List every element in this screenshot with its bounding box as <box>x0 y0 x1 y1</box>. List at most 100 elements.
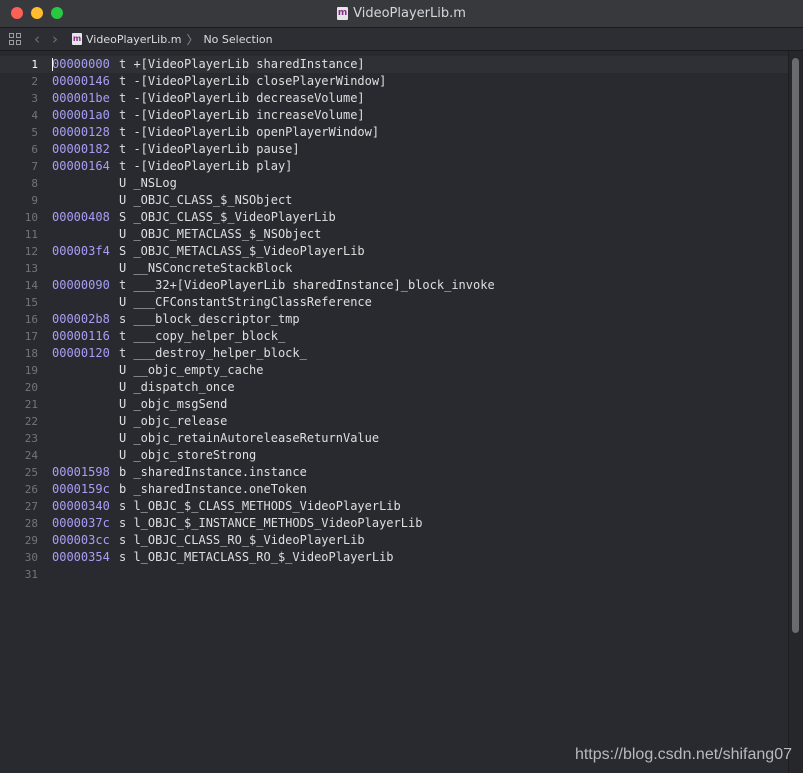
line-number: 16 <box>24 313 38 326</box>
symbol-entry: s l_OBJC_$_CLASS_METHODS_VideoPlayerLib <box>119 499 401 513</box>
code-line[interactable]: 1 00000000 t +[VideoPlayerLib sharedInstan… <box>0 56 788 73</box>
line-number: 10 <box>24 211 38 224</box>
symbol-address: 000003f4 <box>52 244 110 258</box>
code-line[interactable]: 24 U _objc_storeStrong <box>0 447 788 464</box>
symbol-entry: U _OBJC_CLASS_$_NSObject <box>119 193 293 207</box>
code-line[interactable]: 28 0000037c s l_OBJC_$_INSTANCE_METHODS_Vi… <box>0 515 788 532</box>
code-line[interactable]: 14 00000090 t ___32+[VideoPlayerLib shared… <box>0 277 788 294</box>
symbol-entry: U __NSConcreteStackBlock <box>119 261 293 275</box>
symbol-address: 000003cc <box>52 533 110 547</box>
code-line[interactable]: 15 U ___CFConstantStringClassReference <box>0 294 788 311</box>
symbol-entry: s ___block_descriptor_tmp <box>119 312 300 326</box>
code-line[interactable]: 11 U _OBJC_METACLASS_$_NSObject <box>0 226 788 243</box>
symbol-entry: U _objc_storeStrong <box>119 448 257 462</box>
related-items-icon[interactable] <box>9 33 21 45</box>
symbol-entry: U _objc_retainAutoreleaseReturnValue <box>119 431 380 445</box>
symbol-address: 00000354 <box>52 550 110 564</box>
symbol-entry: t -[VideoPlayerLib decreaseVolume] <box>119 91 365 105</box>
jump-bar: ‹ › m VideoPlayerLib.m 〉 No Selection <box>0 28 803 51</box>
code-line[interactable]: 2 00000146 t -[VideoPlayerLib closePlayerW… <box>0 73 788 90</box>
symbol-entry: t -[VideoPlayerLib pause] <box>119 142 300 156</box>
line-number: 6 <box>31 143 38 156</box>
code-line[interactable]: 13 U __NSConcreteStackBlock <box>0 260 788 277</box>
symbol-address: 00000116 <box>52 329 110 343</box>
symbol-entry: t +[VideoPlayerLib sharedInstance] <box>119 57 365 71</box>
symbol-address: 00000090 <box>52 278 110 292</box>
code-line[interactable]: 31 <box>0 566 788 583</box>
line-number: 27 <box>24 500 38 513</box>
line-number: 9 <box>31 194 38 207</box>
forward-button[interactable]: › <box>52 31 58 47</box>
objc-file-icon: m <box>337 7 349 20</box>
symbol-entry: U _NSLog <box>119 176 177 190</box>
line-number: 31 <box>24 568 38 581</box>
breadcrumb-separator: 〉 <box>186 32 199 47</box>
breadcrumb-file[interactable]: VideoPlayerLib.m <box>86 33 181 46</box>
symbol-entry: s l_OBJC_METACLASS_RO_$_VideoPlayerLib <box>119 550 394 564</box>
symbol-address: 00000000 <box>52 57 110 71</box>
code-line[interactable]: 16 000002b8 s ___block_descriptor_tmp <box>0 311 788 328</box>
symbol-address: 00000182 <box>52 142 110 156</box>
code-line[interactable]: 5 00000128 t -[VideoPlayerLib openPlayerWi… <box>0 124 788 141</box>
line-number: 1 <box>31 58 38 71</box>
code-line[interactable]: 23 U _objc_retainAutoreleaseReturnValue <box>0 430 788 447</box>
line-number: 28 <box>24 517 38 530</box>
line-number: 30 <box>24 551 38 564</box>
code-line[interactable]: 19 U __objc_empty_cache <box>0 362 788 379</box>
code-line[interactable]: 6 00000182 t -[VideoPlayerLib pause] <box>0 141 788 158</box>
symbol-entry: t -[VideoPlayerLib play] <box>119 159 293 173</box>
symbol-entry: t -[VideoPlayerLib openPlayerWindow] <box>119 125 380 139</box>
watermark: https://blog.csdn.net/shifang07 <box>574 746 792 763</box>
symbol-entry: t ___copy_helper_block_ <box>119 329 286 343</box>
breadcrumb: m VideoPlayerLib.m 〉 No Selection <box>72 31 273 48</box>
code-line[interactable]: 25 00001598 b _sharedInstance.instance <box>0 464 788 481</box>
line-number: 26 <box>24 483 38 496</box>
symbol-entry: b _sharedInstance.instance <box>119 465 307 479</box>
code-line[interactable]: 30 00000354 s l_OBJC_METACLASS_RO_$_VideoP… <box>0 549 788 566</box>
symbol-entry: U ___CFConstantStringClassReference <box>119 295 372 309</box>
back-button[interactable]: ‹ <box>34 31 40 47</box>
code-line[interactable]: 29 000003cc s l_OBJC_CLASS_RO_$_VideoPlaye… <box>0 532 788 549</box>
code-line[interactable]: 20 U _dispatch_once <box>0 379 788 396</box>
code-line[interactable]: 8 U _NSLog <box>0 175 788 192</box>
symbol-entry: U _objc_msgSend <box>119 397 228 411</box>
window-title-group: m VideoPlayerLib.m <box>0 0 803 27</box>
symbol-entry: U __objc_empty_cache <box>119 363 264 377</box>
code-line[interactable]: 18 00000120 t ___destroy_helper_block_ <box>0 345 788 362</box>
symbol-entry: s l_OBJC_CLASS_RO_$_VideoPlayerLib <box>119 533 365 547</box>
source-editor[interactable]: 1 00000000 t +[VideoPlayerLib sharedInstan… <box>0 51 788 773</box>
symbol-entry: t -[VideoPlayerLib closePlayerWindow] <box>119 74 387 88</box>
code-line[interactable]: 26 0000159c b _sharedInstance.oneToken <box>0 481 788 498</box>
scrollbar-thumb[interactable] <box>792 58 799 633</box>
line-number: 21 <box>24 398 38 411</box>
line-number: 22 <box>24 415 38 428</box>
code-line[interactable]: 27 00000340 s l_OBJC_$_CLASS_METHODS_Video… <box>0 498 788 515</box>
symbol-entry: t -[VideoPlayerLib increaseVolume] <box>119 108 365 122</box>
breadcrumb-selection[interactable]: No Selection <box>203 33 272 46</box>
code-line[interactable]: 9 U _OBJC_CLASS_$_NSObject <box>0 192 788 209</box>
line-number: 2 <box>31 75 38 88</box>
code-line[interactable]: 17 00000116 t ___copy_helper_block_ <box>0 328 788 345</box>
xcode-window: m VideoPlayerLib.m ‹ › m VideoPlayerLib.… <box>0 0 803 773</box>
line-number: 7 <box>31 160 38 173</box>
code-line[interactable]: 22 U _objc_release <box>0 413 788 430</box>
line-number: 25 <box>24 466 38 479</box>
code-line[interactable]: 7 00000164 t -[VideoPlayerLib play] <box>0 158 788 175</box>
code-lines[interactable]: 1 00000000 t +[VideoPlayerLib sharedInstan… <box>0 56 788 583</box>
code-line[interactable]: 10 00000408 S _OBJC_CLASS_$_VideoPlayerLib <box>0 209 788 226</box>
text-cursor <box>52 58 53 71</box>
window-title: VideoPlayerLib.m <box>353 6 466 21</box>
symbol-entry: U _OBJC_METACLASS_$_NSObject <box>119 227 322 241</box>
code-line[interactable]: 21 U _objc_msgSend <box>0 396 788 413</box>
line-number: 12 <box>24 245 38 258</box>
line-number: 8 <box>31 177 38 190</box>
vertical-scrollbar[interactable] <box>788 51 803 773</box>
code-line[interactable]: 3 000001be t -[VideoPlayerLib decreaseVolu… <box>0 90 788 107</box>
symbol-address: 000002b8 <box>52 312 110 326</box>
code-line[interactable]: 12 000003f4 S _OBJC_METACLASS_$_VideoPlaye… <box>0 243 788 260</box>
breadcrumb-file-icon: m <box>72 33 82 45</box>
code-line[interactable]: 4 000001a0 t -[VideoPlayerLib increaseVolu… <box>0 107 788 124</box>
line-number: 20 <box>24 381 38 394</box>
line-number: 18 <box>24 347 38 360</box>
symbol-address: 000001a0 <box>52 108 110 122</box>
